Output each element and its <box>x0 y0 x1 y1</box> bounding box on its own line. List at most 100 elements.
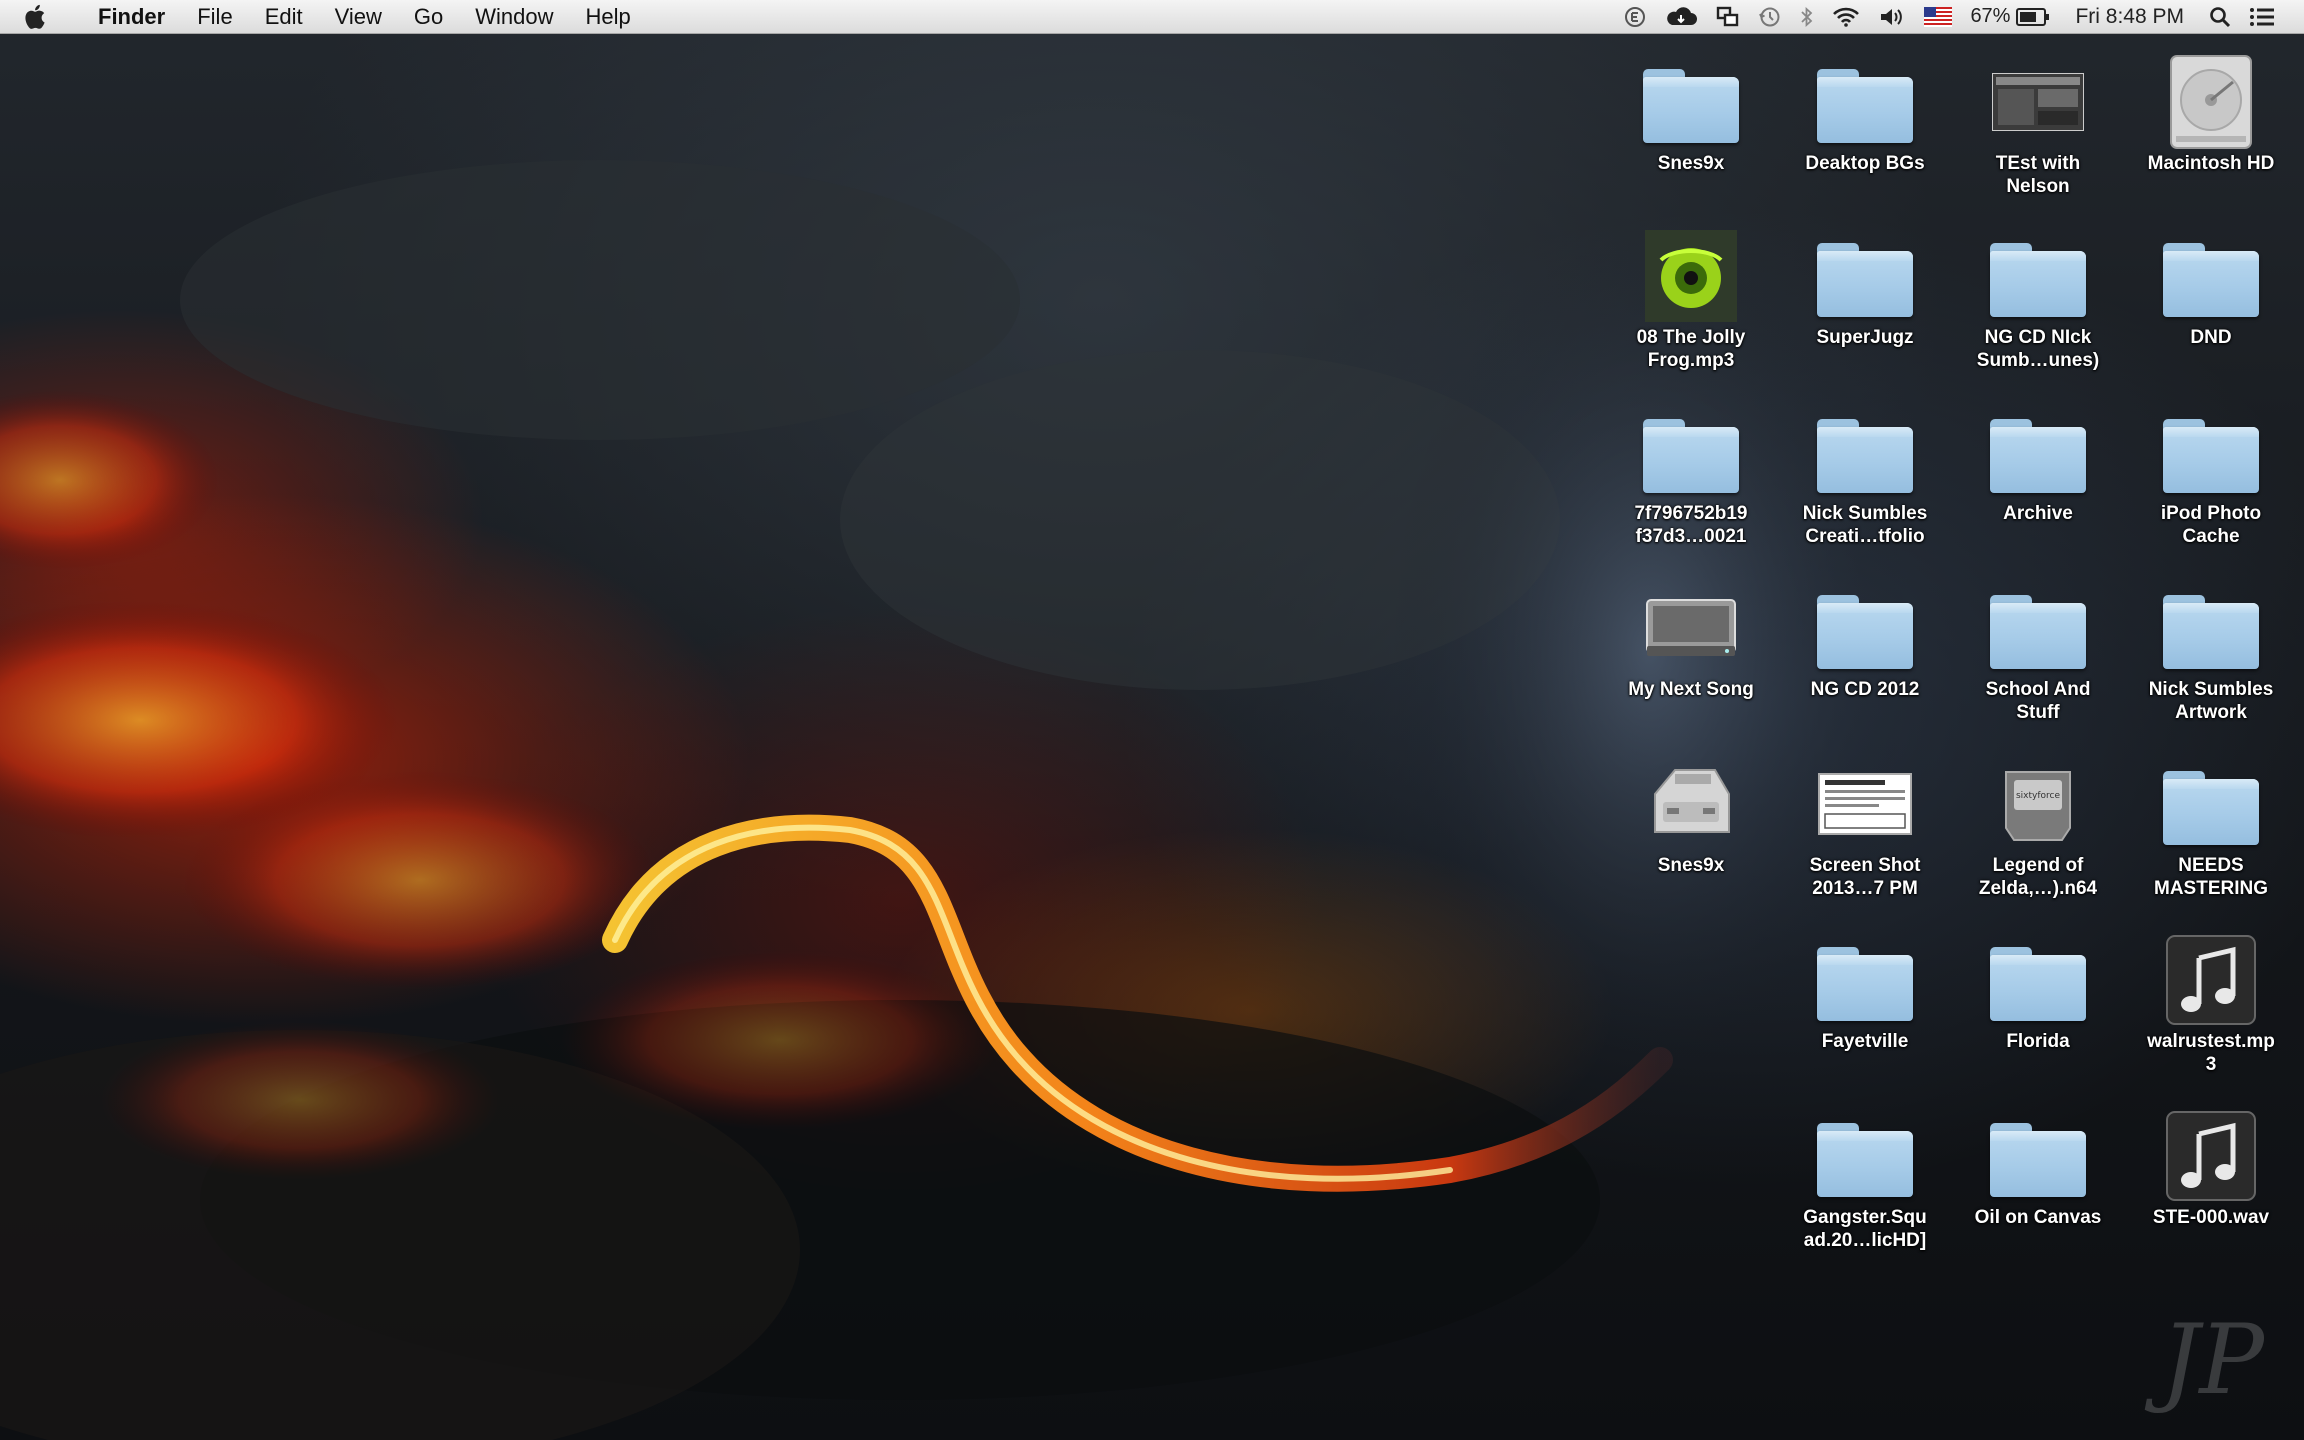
folder-icon <box>1817 54 1913 150</box>
menu-go[interactable]: Go <box>398 0 459 33</box>
desktop-item[interactable]: Nick Sumbles Creati…tfolio <box>1780 404 1950 548</box>
volume-icon[interactable] <box>1869 0 1915 33</box>
desktop-item-label: NG CD 2012 <box>1810 679 1920 700</box>
folder-icon <box>1643 54 1739 150</box>
desktop-item-label: Snes9x <box>1657 153 1725 174</box>
desktop-item-label: Florida <box>2006 1031 2070 1052</box>
desktop-item[interactable]: DND <box>2126 228 2296 349</box>
windows-switch-icon[interactable] <box>1707 0 1749 33</box>
document-thumbnail-icon <box>1817 756 1913 852</box>
folder-icon <box>2163 228 2259 324</box>
desktop-item-label: TEst with Nelson <box>1995 153 2081 197</box>
desktop-item[interactable]: SuperJugz <box>1780 228 1950 349</box>
desktop-item[interactable]: Gangster.Squ ad.20…licHD] <box>1780 1108 1950 1252</box>
desktop-item[interactable]: NG CD 2012 <box>1780 580 1950 701</box>
desktop-item-label: NEEDS MASTERING <box>2154 855 2268 899</box>
desktop-item[interactable]: 7f796752b19 f37d3…0021 <box>1606 404 1776 548</box>
desktop-item-label: iPod Photo Cache <box>2160 503 2262 547</box>
desktop-item[interactable]: Macintosh HD <box>2126 54 2296 175</box>
desktop-item[interactable]: Screen Shot 2013…7 PM <box>1780 756 1950 900</box>
desktop-item[interactable]: STE-000.wav <box>2126 1108 2296 1229</box>
frog-album-art-icon <box>1643 228 1739 324</box>
menu-edit[interactable]: Edit <box>249 0 319 33</box>
desktop-item-label: Nick Sumbles Artwork <box>2148 679 2274 723</box>
hard-drive-icon <box>2163 54 2259 150</box>
desktop-item[interactable]: School And Stuff <box>1953 580 2123 724</box>
wallpaper-signature: JP <box>2160 1304 2264 1416</box>
n64-cartridge-icon: sixtyforce <box>1990 756 2086 852</box>
screenshot-thumbnail-icon <box>1990 54 2086 150</box>
desktop-item-label: Archive <box>2003 503 2073 524</box>
desktop-item[interactable]: Archive <box>1953 404 2123 525</box>
desktop-item-label: Nick Sumbles Creati…tfolio <box>1802 503 1928 547</box>
snes-console-icon <box>1643 756 1739 852</box>
desktop-item-label: 08 The Jolly Frog.mp3 <box>1636 327 1746 371</box>
desktop-item-label: SuperJugz <box>1816 327 1914 348</box>
desktop-item-label: Oil on Canvas <box>1974 1207 2102 1228</box>
desktop-item[interactable]: Oil on Canvas <box>1953 1108 2123 1229</box>
music-file-icon <box>2163 1108 2259 1204</box>
desktop-item[interactable]: Fayetville <box>1780 932 1950 1053</box>
menu-help[interactable]: Help <box>570 0 647 33</box>
desktop-item[interactable]: Nick Sumbles Artwork <box>2126 580 2296 724</box>
desktop-item[interactable]: Florida <box>1953 932 2123 1053</box>
desktop-item[interactable]: TEst with Nelson <box>1953 54 2123 198</box>
desktop-item[interactable]: 08 The Jolly Frog.mp3 <box>1606 228 1776 372</box>
folder-icon <box>1817 932 1913 1028</box>
folder-icon <box>1990 228 2086 324</box>
music-file-icon <box>2163 932 2259 1028</box>
desktop-item-label: NG CD NIck Sumb…unes) <box>1976 327 2100 371</box>
notification-center-icon[interactable] <box>2240 0 2284 33</box>
desktop-item[interactable]: Snes9x <box>1606 54 1776 175</box>
apple-menu-icon[interactable] <box>24 4 64 30</box>
folder-icon <box>1990 1108 2086 1204</box>
folder-icon <box>1643 404 1739 500</box>
time-machine-icon[interactable] <box>1749 0 1791 33</box>
battery-icon <box>2016 7 2050 26</box>
desktop-item[interactable]: walrustest.mp 3 <box>2126 932 2296 1076</box>
desktop-item-label: Fayetville <box>1821 1031 1909 1052</box>
spotlight-search-icon[interactable] <box>2200 0 2240 33</box>
bluetooth-icon[interactable] <box>1791 0 1823 33</box>
desktop-item[interactable]: sixtyforce Legend of Zelda,…).n64 <box>1953 756 2123 900</box>
desktop-item-label: Screen Shot 2013…7 PM <box>1809 855 1921 899</box>
cloud-sync-icon[interactable] <box>1655 0 1707 33</box>
desktop-item[interactable]: iPod Photo Cache <box>2126 404 2296 548</box>
evernote-status-icon[interactable] <box>1615 0 1655 33</box>
us-flag-input-icon[interactable] <box>1915 0 1961 33</box>
folder-icon <box>1990 580 2086 676</box>
folder-icon <box>2163 756 2259 852</box>
folder-icon <box>2163 580 2259 676</box>
menu-clock[interactable]: Fri 8:48 PM <box>2059 0 2200 33</box>
desktop-item-label: My Next Song <box>1628 679 1754 700</box>
desktop-item[interactable]: My Next Song <box>1606 580 1776 701</box>
desktop-item-label: 7f796752b19 f37d3…0021 <box>1634 503 1748 547</box>
menu-view[interactable]: View <box>319 0 398 33</box>
desktop-item-label: DND <box>2190 327 2232 348</box>
desktop-item-label: Legend of Zelda,…).n64 <box>1978 855 2098 899</box>
folder-icon <box>2163 404 2259 500</box>
menu-file[interactable]: File <box>181 0 248 33</box>
desktop-item-label: School And Stuff <box>1985 679 2091 723</box>
device-volume-icon <box>1643 580 1739 676</box>
desktop-item-label: STE-000.wav <box>2152 1207 2270 1228</box>
menu-window[interactable]: Window <box>459 0 569 33</box>
wifi-icon[interactable] <box>1823 0 1869 33</box>
folder-icon <box>1817 580 1913 676</box>
desktop-item[interactable]: NG CD NIck Sumb…unes) <box>1953 228 2123 372</box>
battery-percent: 67% <box>1970 5 2011 27</box>
svg-text:sixtyforce: sixtyforce <box>2016 791 2060 801</box>
desktop-item-label: walrustest.mp 3 <box>2147 1031 2275 1075</box>
folder-icon <box>1817 1108 1913 1204</box>
desktop-item-label: Gangster.Squ ad.20…licHD] <box>1803 1207 1927 1251</box>
desktop-item-label: Deaktop BGs <box>1805 153 1925 174</box>
folder-icon <box>1990 404 2086 500</box>
desktop-item-label: Snes9x <box>1657 855 1725 876</box>
desktop-item[interactable]: Snes9x <box>1606 756 1776 877</box>
battery-status[interactable]: 67% <box>1961 0 2059 33</box>
desktop-item[interactable]: NEEDS MASTERING <box>2126 756 2296 900</box>
folder-icon <box>1817 404 1913 500</box>
menu-finder[interactable]: Finder <box>88 0 181 33</box>
folder-icon <box>1817 228 1913 324</box>
desktop-item[interactable]: Deaktop BGs <box>1780 54 1950 175</box>
